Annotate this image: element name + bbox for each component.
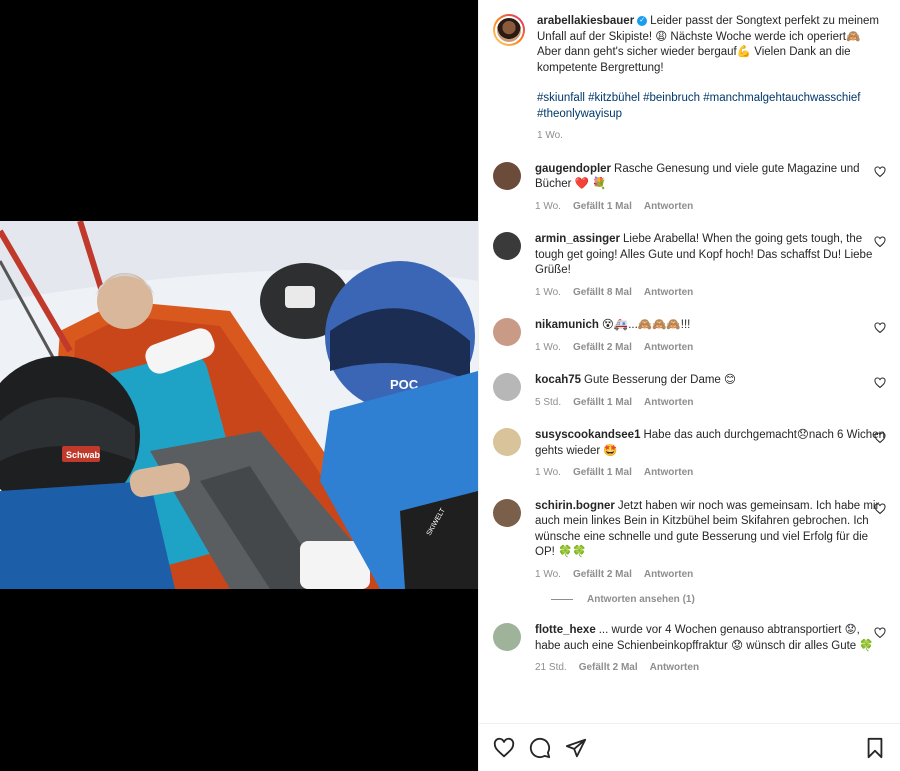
comment-row: gaugendopler Rasche Genesung und viele gu… — [493, 161, 886, 215]
share-icon[interactable] — [565, 737, 587, 759]
view-replies-button[interactable]: Antworten ansehen (1) — [551, 594, 886, 605]
comments-list: gaugendopler Rasche Genesung und viele gu… — [493, 161, 886, 676]
bookmark-icon[interactable] — [864, 737, 886, 759]
reply-button[interactable]: Antworten — [644, 287, 693, 298]
comment-row: armin_assinger Liebe Arabella! When the g… — [493, 232, 886, 300]
reply-button[interactable]: Antworten — [644, 467, 693, 478]
comment-heart-icon[interactable] — [874, 432, 886, 444]
reply-button[interactable]: Antworten — [644, 397, 693, 408]
media-area: POC Schwab SKIWELT — [0, 0, 478, 771]
comment-row: nikamunich 😵🚑...🙈🙈🙈!!! 1 Wo. Gefällt 2 Mal A… — [493, 318, 886, 355]
reply-button[interactable]: Antworten — [644, 569, 693, 580]
commenter-avatar[interactable] — [493, 318, 521, 346]
comment-heart-icon[interactable] — [874, 502, 886, 515]
author-username[interactable]: arabellakiesbauer — [537, 15, 634, 27]
ski-accident-photo: POC Schwab SKIWELT — [0, 221, 478, 589]
comment-heart-icon[interactable] — [874, 627, 886, 639]
replies-divider — [551, 599, 573, 600]
commenter-avatar[interactable] — [493, 373, 521, 401]
commenter-username[interactable]: kocah75 — [535, 374, 581, 386]
post-side-panel: arabellakiesbauer ✓ Leider passt der Songt… — [478, 0, 900, 771]
comment-heart-icon[interactable] — [874, 236, 886, 248]
comment-likes[interactable]: Gefällt 1 Mal — [573, 397, 632, 408]
comment-age: 1 Wo. — [535, 341, 561, 353]
commenter-username[interactable]: flotte_hexe — [535, 624, 596, 636]
comment-heart-icon[interactable] — [874, 165, 886, 178]
commenter-username[interactable]: schirin.bogner — [535, 500, 615, 512]
post-caption: arabellakiesbauer ✓ Leider passt der Songt… — [493, 14, 886, 144]
comments-scroll-area[interactable]: arabellakiesbauer ✓ Leider passt der Songt… — [479, 0, 900, 723]
commenter-avatar[interactable] — [493, 161, 521, 190]
comment-row: flotte_hexe... wurde vor 4 Wochen genaus… — [493, 623, 886, 676]
verified-icon: ✓ — [637, 15, 648, 26]
comment-likes[interactable]: Gefällt 8 Mal — [573, 287, 632, 298]
heart-icon[interactable] — [493, 737, 515, 759]
comment-likes[interactable]: Gefällt 1 Mal — [573, 467, 632, 478]
comment-icon[interactable] — [529, 737, 551, 759]
commenter-username[interactable]: nikamunich — [535, 319, 599, 331]
commenter-username[interactable]: armin_assinger — [535, 233, 620, 245]
comment-age: 1 Wo. — [535, 568, 561, 580]
comment-heart-icon[interactable] — [874, 377, 886, 389]
comment-text: Gute Besserung der Dame 😊 — [584, 374, 737, 386]
comment-row: kocah75 Gute Besserung der Dame 😊 5 Std. Ge… — [493, 373, 886, 410]
commenter-avatar[interactable] — [493, 232, 521, 260]
action-bar — [479, 723, 900, 771]
reply-button[interactable]: Antworten — [644, 342, 693, 353]
comment-age: 1 Wo. — [535, 200, 561, 212]
author-avatar[interactable] — [493, 14, 525, 46]
comment-age: 21 Std. — [535, 662, 567, 673]
commenter-username[interactable]: susyscookandsee1 — [535, 429, 640, 441]
comment-age: 1 Wo. — [535, 467, 561, 478]
post-photo[interactable]: POC Schwab SKIWELT — [0, 221, 478, 589]
commenter-avatar[interactable] — [493, 428, 521, 456]
comment-likes[interactable]: Gefällt 2 Mal — [573, 342, 632, 353]
post-age: 1 Wo. — [537, 130, 563, 141]
commenter-username[interactable]: gaugendopler — [535, 163, 611, 175]
reply-button[interactable]: Antworten — [650, 662, 699, 673]
hashtags[interactable]: #skiunfall #kitzbühel #beinbruch #manchm… — [537, 91, 886, 122]
comment-heart-icon[interactable] — [874, 322, 886, 334]
view-replies-label: Antworten ansehen (1) — [587, 594, 695, 605]
comment-text: 😵🚑...🙈🙈🙈!!! — [601, 319, 691, 331]
comment-row: schirin.bogner Jetzt haben wir noch was g… — [493, 498, 886, 583]
commenter-avatar[interactable] — [493, 498, 521, 527]
comment-likes[interactable]: Gefällt 1 Mal — [573, 201, 632, 212]
helmet-sticker: Schwab — [66, 450, 101, 460]
comment-likes[interactable]: Gefällt 2 Mal — [579, 662, 638, 673]
comment-likes[interactable]: Gefällt 2 Mal — [573, 569, 632, 580]
commenter-avatar[interactable] — [493, 623, 521, 651]
comment-age: 5 Std. — [535, 396, 562, 408]
comment-row: susyscookandsee1 Habe das auch durchgemac… — [493, 428, 886, 481]
reply-button[interactable]: Antworten — [644, 201, 693, 212]
instagram-post-view: POC Schwab SKIWELT arabellakiesbauer ✓ L… — [0, 0, 900, 771]
comment-age: 1 Wo. — [535, 286, 561, 298]
